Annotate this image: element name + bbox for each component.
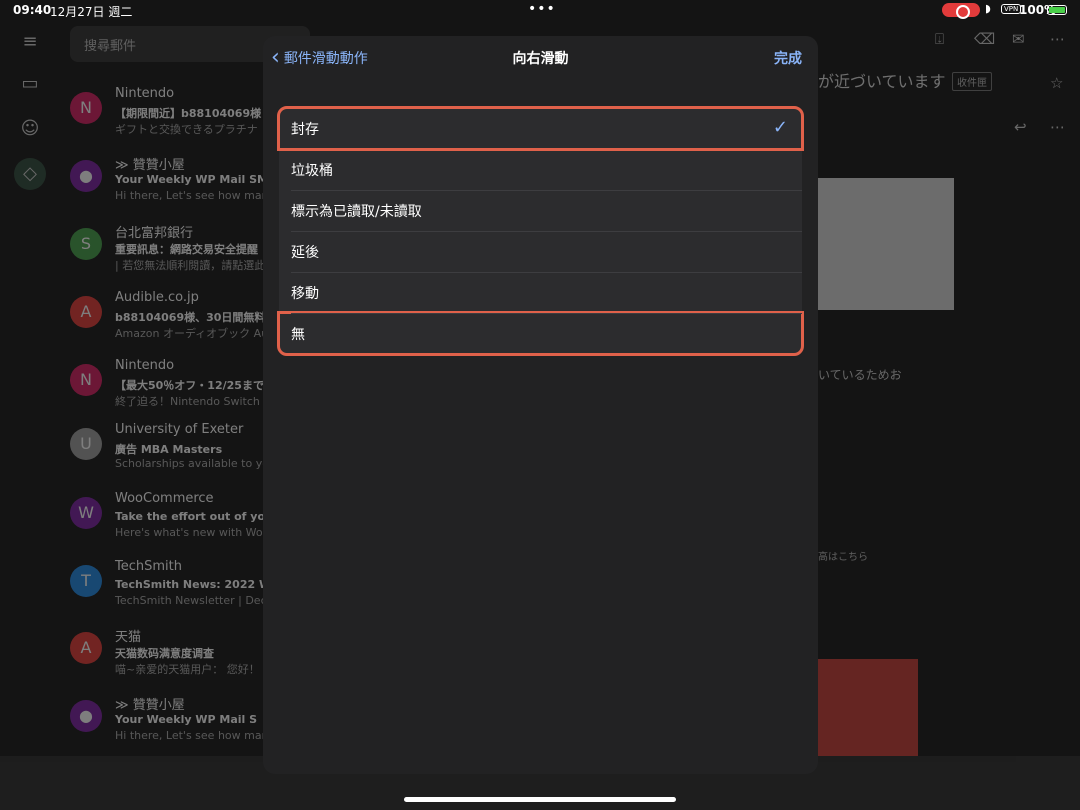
mail-preview: Scholarships available to you	[115, 457, 276, 470]
done-button[interactable]: 完成	[774, 48, 802, 68]
avatar: W	[70, 497, 102, 529]
mail-sender: 天猫	[115, 630, 142, 645]
mail-subject: 天猫数码满意度调查	[115, 647, 214, 660]
mail-subject: 【最大50％オフ・12/25まで	[115, 379, 264, 392]
menu-icon[interactable]: ≡	[18, 30, 42, 54]
avatar: S	[70, 228, 102, 260]
mail-sender: ≫ 贊贊小屋	[115, 698, 185, 713]
mail-preview: TechSmith Newsletter | Dece	[115, 594, 274, 607]
mail-subject: Your Weekly WP Mail S	[115, 713, 258, 726]
mail-sender: University of Exeter	[115, 422, 244, 437]
option-snooze[interactable]: 延後	[279, 231, 802, 272]
mail-sender: WooCommerce	[115, 491, 214, 506]
avatar: ●	[70, 160, 102, 192]
option-label: 垃圾桶	[291, 162, 333, 179]
mail-sender: Nintendo	[115, 358, 175, 373]
option-label: 無	[291, 326, 305, 343]
inbox-tag: 收件匣	[952, 72, 992, 91]
option-trash[interactable]: 垃圾桶	[279, 149, 802, 190]
email-body-text: いているためお	[818, 368, 902, 382]
swipe-options-list: 封存 ✓ 垃圾桶 標示為已讀取/未讀取 延後 移動 無	[277, 106, 804, 356]
detail-subject: が近づいています	[818, 72, 946, 91]
more-icon[interactable]: ⋯	[1050, 30, 1065, 48]
labels-icon[interactable]: ◇	[14, 158, 46, 190]
avatar: A	[70, 296, 102, 328]
mail-preview: 喵~亲爱的天猫用户： 您好！	[115, 663, 260, 676]
star-icon[interactable]: ☆	[1050, 74, 1063, 92]
checkmark-icon: ✓	[772, 117, 788, 138]
mail-sender: Audible.co.jp	[115, 290, 199, 305]
mail-icon[interactable]: ✉	[1012, 30, 1025, 48]
archive-icon[interactable]: ⍗	[935, 30, 944, 48]
mail-preview: Hi there, Let's see how many	[115, 729, 276, 742]
sheet-nav-bar: ‹ 郵件滑動動作 向右滑動 完成	[263, 36, 818, 80]
avatar: U	[70, 428, 102, 460]
contacts-icon[interactable]: ☺	[18, 117, 42, 141]
reply-icon[interactable]: ↩	[1014, 118, 1027, 136]
mail-subject: 【期限間近】b88104069様 ブ	[115, 107, 276, 120]
home-indicator[interactable]	[404, 797, 676, 802]
mail-preview: Amazon オーディオブック Au	[115, 327, 269, 340]
mail-subject: Your Weekly WP Mail SMTP	[115, 173, 284, 186]
sheet-title: 向右滑動	[512, 51, 569, 67]
trash-icon[interactable]: ⌫	[974, 30, 995, 48]
inbox-icon[interactable]: ▭	[18, 72, 42, 96]
option-label: 延後	[291, 244, 319, 261]
nav-rail: ≡ ▭ ☺ ◇	[0, 22, 60, 762]
mail-subject: b88104069様、30日間無料	[115, 311, 266, 324]
mail-preview: Hi there, Let's see how many	[115, 189, 276, 202]
email-image	[818, 178, 954, 310]
mail-subject: TechSmith News: 2022 Wra	[115, 578, 284, 591]
mail-subject: 廣告 MBA Masters	[115, 443, 223, 456]
email-link[interactable]: 高はこちら	[818, 548, 868, 563]
mail-preview: | 若您無法順利閱讀，請點選此	[115, 259, 266, 272]
avatar: T	[70, 565, 102, 597]
option-none[interactable]: 無	[277, 311, 804, 356]
option-move[interactable]: 移動	[279, 272, 802, 313]
mail-preview: Here's what's new with WooC	[115, 526, 278, 539]
mail-sender: Nintendo	[115, 86, 175, 101]
option-label: 封存	[291, 121, 319, 138]
mail-sender: TechSmith	[115, 559, 182, 574]
mail-sender: 台北富邦銀行	[115, 226, 194, 241]
avatar: N	[70, 92, 102, 124]
email-image	[818, 659, 918, 759]
avatar: A	[70, 632, 102, 664]
more-icon[interactable]: ⋯	[1050, 118, 1065, 136]
avatar: ●	[70, 700, 102, 732]
mail-sender: ≫ 贊贊小屋	[115, 158, 185, 173]
option-archive[interactable]: 封存 ✓	[277, 106, 804, 151]
option-label: 移動	[291, 285, 319, 302]
mail-preview: ギフトと交換できるプラチナ	[115, 123, 258, 136]
swipe-action-sheet: ‹ 郵件滑動動作 向右滑動 完成 封存 ✓ 垃圾桶 標示為已讀取/未讀取 延後 …	[263, 36, 818, 774]
mail-subject: 重要訊息：網路交易安全提醒	[115, 243, 258, 256]
option-label: 標示為已讀取/未讀取	[291, 203, 422, 220]
mail-preview: 終了迫る！Nintendo Switch	[115, 395, 260, 408]
avatar: N	[70, 364, 102, 396]
option-mark-read-unread[interactable]: 標示為已讀取/未讀取	[279, 190, 802, 231]
